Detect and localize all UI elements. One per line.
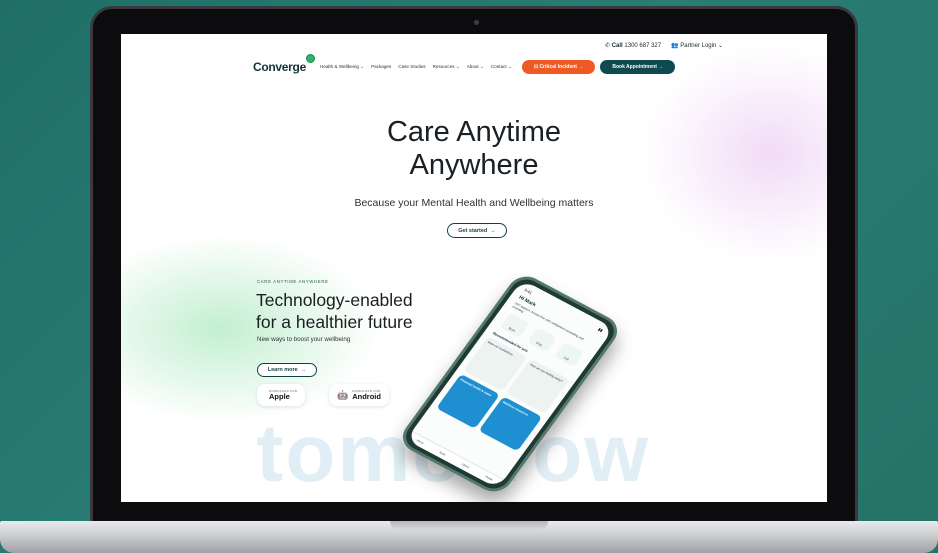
feature-headline-line1: Technology-enabled bbox=[256, 290, 413, 310]
logo-icon bbox=[305, 54, 315, 63]
browser-screen: ✆ Call 1300 687 327 👥 Partner Login ⌄ Co… bbox=[121, 34, 827, 502]
get-started-label: Get started bbox=[458, 227, 488, 234]
hero-title-line2: Anywhere bbox=[409, 149, 539, 181]
phone-icon: ✆ bbox=[605, 43, 611, 49]
phone-action-label: Chat bbox=[535, 340, 544, 348]
learn-more-label: Learn more bbox=[267, 367, 298, 373]
android-download-button[interactable]: 🤖 DOWNLOAD FOR Android bbox=[329, 384, 389, 406]
critical-incident-button[interactable]: ⊡ Critical Incident → bbox=[521, 60, 596, 74]
nav-case-studies[interactable]: Case Studies bbox=[398, 64, 425, 70]
phone-nav-book[interactable]: Book bbox=[439, 450, 447, 456]
main-nav: Converge Health & Wellbeing ⌄ Packages C… bbox=[253, 54, 703, 76]
phone-action-label: Call bbox=[562, 355, 570, 362]
book-appointment-button[interactable]: Book Appointment → bbox=[600, 60, 676, 74]
critical-incident-label: Critical Incident bbox=[539, 64, 577, 70]
phone-nav-profile[interactable]: Profile bbox=[484, 475, 493, 482]
feature-eyebrow: CARE ANYTIME ANYWHERE bbox=[257, 279, 329, 284]
phone-nav-home[interactable]: Home bbox=[416, 438, 425, 445]
users-icon: 👥 bbox=[671, 43, 679, 49]
learn-more-button[interactable]: Learn more → bbox=[257, 363, 317, 377]
hero-title-line1: Care Anytime bbox=[386, 116, 562, 148]
laptop-notch bbox=[390, 521, 548, 530]
arrow-right-icon: → bbox=[490, 227, 496, 234]
nav-packages[interactable]: Packages bbox=[371, 64, 391, 70]
arrow-right-icon: → bbox=[300, 367, 307, 373]
logo[interactable]: Converge bbox=[253, 54, 315, 74]
camera bbox=[474, 20, 479, 25]
arrow-right-icon: → bbox=[658, 64, 664, 70]
partner-login-label: Partner Login bbox=[680, 43, 717, 49]
nav-resources[interactable]: Resources ⌄ bbox=[433, 64, 460, 70]
logo-text: Converge bbox=[253, 60, 306, 74]
nav-label: About bbox=[466, 64, 479, 69]
nav-health-wellbeing[interactable]: Health & Wellbeing ⌄ bbox=[320, 64, 364, 70]
feature-headline-line2: for a healthier future bbox=[256, 312, 413, 332]
chevron-down-icon: ⌄ bbox=[717, 43, 723, 49]
phone-nav-library[interactable]: Library bbox=[461, 462, 471, 469]
feature-headline: Technology-enabled for a healthier futur… bbox=[256, 289, 413, 333]
call-link[interactable]: ✆ Call 1300 687 327 bbox=[605, 42, 661, 49]
laptop-lid: ✆ Call 1300 687 327 👥 Partner Login ⌄ Co… bbox=[90, 6, 858, 526]
alert-icon: ⊡ bbox=[533, 64, 539, 70]
arrow-right-icon: → bbox=[578, 64, 584, 70]
phone-action-label: Book bbox=[507, 326, 517, 333]
call-label: Call bbox=[611, 43, 623, 49]
apple-text: DOWNLOAD FOR Apple bbox=[269, 389, 297, 401]
android-big-label: Android bbox=[352, 392, 381, 401]
phone-number: 1300 687 327 bbox=[624, 43, 662, 49]
apple-download-button[interactable]: DOWNLOAD FOR Apple bbox=[257, 384, 306, 406]
partner-login-link[interactable]: 👥 Partner Login ⌄ bbox=[671, 42, 723, 49]
apple-big-label: Apple bbox=[269, 392, 290, 401]
nav-label: Resources bbox=[432, 64, 455, 69]
nav-label: Health & Wellbeing bbox=[319, 64, 359, 69]
nav-label: Contact bbox=[490, 64, 507, 69]
android-text: DOWNLOAD FOR Android bbox=[352, 389, 381, 401]
feature-subline: New ways to boost your wellbeing bbox=[257, 336, 351, 343]
nav-about[interactable]: About ⌄ bbox=[467, 64, 484, 70]
laptop-base bbox=[0, 521, 938, 553]
nav-contact[interactable]: Contact ⌄ bbox=[491, 64, 512, 70]
nav-links: Health & Wellbeing ⌄ Packages Case Studi… bbox=[320, 64, 512, 70]
hero-title: Care Anytime Anywhere bbox=[121, 116, 827, 182]
get-started-button[interactable]: Get started → bbox=[447, 223, 507, 238]
top-bar: ✆ Call 1300 687 327 👥 Partner Login ⌄ bbox=[605, 42, 723, 49]
android-icon: 🤖 bbox=[337, 389, 349, 400]
book-appointment-label: Book Appointment bbox=[612, 64, 657, 70]
hero-subtitle: Because your Mental Health and Wellbeing… bbox=[354, 197, 594, 209]
